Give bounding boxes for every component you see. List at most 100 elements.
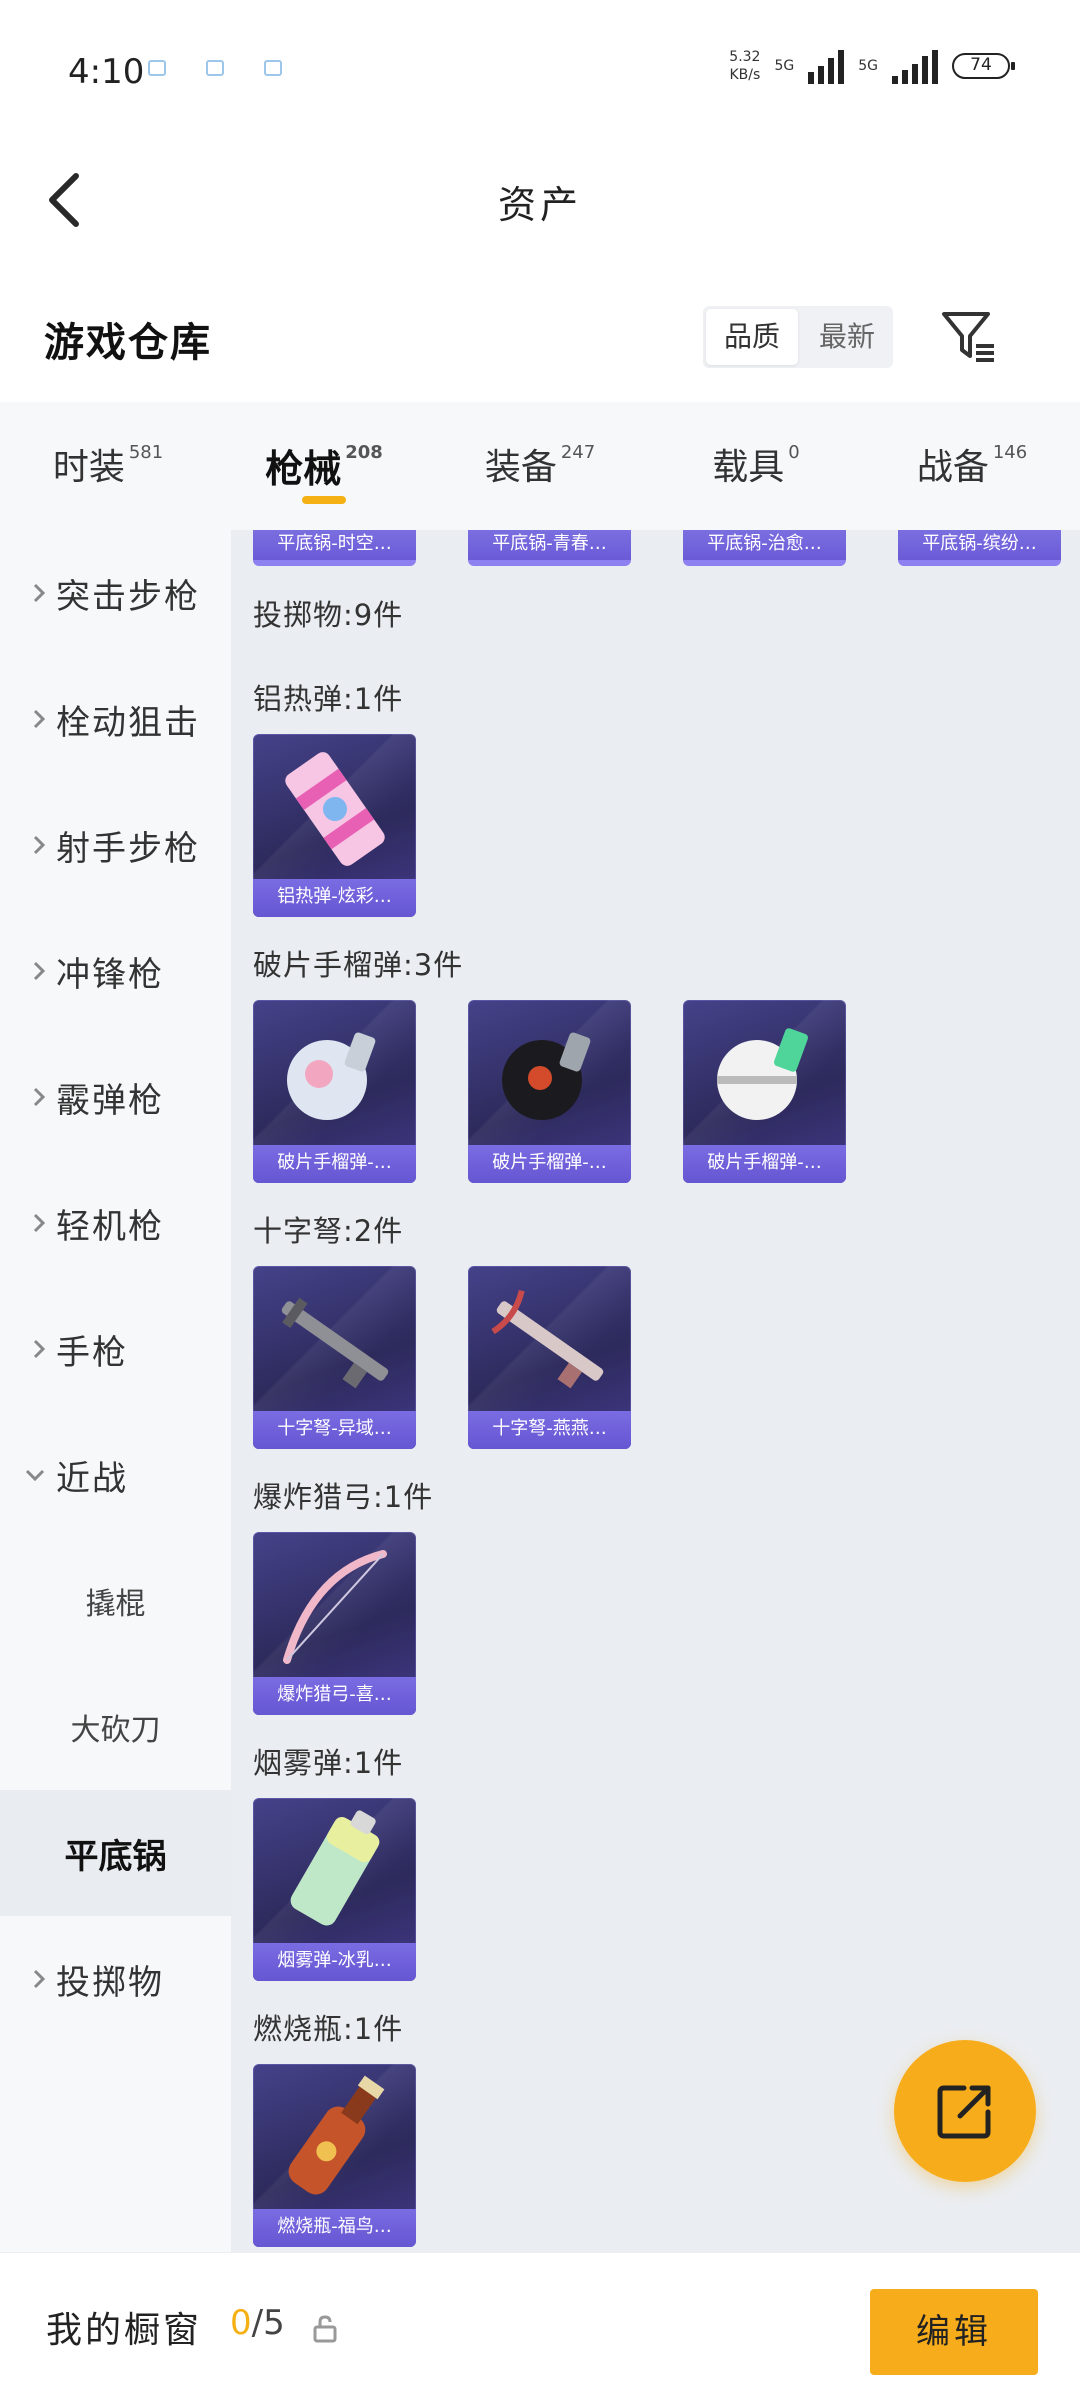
item-card[interactable]: 平底锅-青春… [468, 530, 631, 566]
notification-icon [206, 60, 224, 76]
page-title: 资产 [497, 183, 582, 227]
item-card[interactable]: 平底锅-时空… [253, 530, 416, 566]
net-speed-value: 5.32 [729, 49, 761, 65]
sidebar-item-label: 射手步枪 [56, 828, 200, 869]
card-row: 爆炸猎弓-喜… [253, 1532, 416, 1715]
sort-option-newest[interactable]: 最新 [801, 306, 893, 368]
sidebar-subitem-pan[interactable]: 平底锅 [0, 1790, 231, 1916]
showcase-total: /5 [251, 2303, 285, 2343]
sidebar-item-label: 撬棍 [85, 1587, 146, 1622]
tab-label: 装备 [484, 447, 557, 488]
item-card[interactable]: 平底锅-治愈… [683, 530, 846, 566]
item-card[interactable]: 破片手榴弹-… [683, 1000, 846, 1183]
sidebar-item-shotgun[interactable]: 霰弹枪 [0, 1034, 231, 1160]
tab-combat-supplies[interactable]: 战备 146 [864, 402, 1080, 530]
card-row: 铝热弹-炫彩… [253, 734, 416, 917]
category-title: 破片手榴弹:3件 [253, 948, 464, 982]
category-tabs: 时装 581 枪械 208 装备 247 载具 0 战备 146 [0, 402, 1080, 530]
sidebar-item-label: 近战 [56, 1458, 128, 1499]
notification-icon [264, 60, 282, 76]
sidebar-item-dmr[interactable]: 射手步枪 [0, 782, 231, 908]
item-caption: 破片手榴弹-… [253, 1145, 416, 1183]
weapon-type-sidebar: 突击步枪 栓动狙击 射手步枪 冲锋枪 霰弹枪 轻机枪 手枪 近战 撬棍 大砍刀 … [0, 530, 231, 2252]
tab-equipment[interactable]: 装备 247 [432, 402, 648, 530]
filter-button[interactable] [938, 306, 998, 366]
signal-icon-2 [892, 48, 938, 84]
tab-firearms[interactable]: 枪械 208 [216, 402, 432, 530]
tab-vehicles[interactable]: 载具 0 [648, 402, 864, 530]
notification-icon [148, 60, 166, 76]
chevron-right-icon [0, 708, 56, 730]
share-button[interactable] [894, 2040, 1036, 2182]
item-card[interactable]: 十字弩-异域… [253, 1266, 416, 1449]
tab-count: 247 [560, 442, 596, 463]
status-time: 4:10 [68, 52, 145, 92]
item-card[interactable]: 燃烧瓶-福鸟… [253, 2064, 416, 2247]
warehouse-title: 游戏仓库 [44, 320, 212, 366]
item-card[interactable]: 破片手榴弹-… [468, 1000, 631, 1183]
warehouse-header: 游戏仓库 品质 最新 [0, 262, 1080, 402]
sidebar-item-label: 突击步枪 [56, 576, 200, 617]
edit-button[interactable]: 编辑 [870, 2289, 1038, 2375]
sidebar-item-label: 轻机枪 [56, 1206, 164, 1247]
crossbow-icon [491, 1289, 604, 1389]
frag-grenade-icon [287, 1032, 376, 1120]
showcase-current: 0 [230, 2303, 252, 2343]
sort-option-quality[interactable]: 品质 [706, 309, 798, 365]
item-grid: 平底锅-时空… 平底锅-青春… 平底锅-治愈… 平底锅-缤纷… 投掷物:9件 铝… [231, 530, 1080, 2252]
sidebar-item-label: 霰弹枪 [56, 1080, 164, 1121]
sidebar-item-throwables[interactable]: 投掷物 [0, 1916, 231, 2042]
item-card[interactable]: 十字弩-燕燕… [468, 1266, 631, 1449]
frag-grenade-icon [502, 1032, 591, 1120]
item-card[interactable]: 平底锅-缤纷… [898, 530, 1061, 566]
tab-label: 战备 [916, 447, 989, 488]
sidebar-item-assault-rifle[interactable]: 突击步枪 [0, 530, 231, 656]
item-caption: 铝热弹-炫彩… [253, 879, 416, 917]
sidebar-item-lmg[interactable]: 轻机枪 [0, 1160, 231, 1286]
tab-count: 146 [992, 442, 1028, 463]
tab-fashion[interactable]: 时装 581 [0, 402, 216, 530]
network-type-2: 5G [858, 58, 878, 74]
category-title: 十字弩:2件 [253, 1214, 404, 1248]
tab-label: 载具 [712, 447, 785, 488]
net-speed: 5.32 KB/s [729, 48, 760, 84]
molotov-icon [288, 2075, 385, 2195]
crossbow-icon [281, 1297, 389, 1389]
item-card[interactable]: 烟雾弹-冰乳… [253, 1798, 416, 1981]
card-row: 燃烧瓶-福鸟… [253, 2064, 416, 2247]
card-row: 十字弩-异域… 十字弩-燕燕… [253, 1266, 631, 1449]
category-title: 燃烧瓶:1件 [253, 2012, 404, 2046]
chevron-right-icon [0, 834, 56, 856]
card-row: 破片手榴弹-… 破片手榴弹-… 破片手榴弹-… [253, 1000, 846, 1183]
sidebar-item-label: 手枪 [56, 1332, 128, 1373]
active-tab-indicator [302, 496, 346, 504]
net-speed-unit: KB/s [729, 67, 761, 83]
category-title: 铝热弹:1件 [253, 682, 404, 716]
item-card[interactable]: 铝热弹-炫彩… [253, 734, 416, 917]
sidebar-item-smg[interactable]: 冲锋枪 [0, 908, 231, 1034]
network-type-1: 5G [774, 58, 795, 74]
signal-icon [808, 48, 845, 84]
sidebar-subitem-machete[interactable]: 大砍刀 [0, 1664, 231, 1790]
filter-icon [942, 312, 994, 362]
bow-icon [283, 1550, 387, 1664]
status-bar: 4:10 5.32 KB/s 5G 5G 74 [0, 0, 1080, 140]
sidebar-item-label: 大砍刀 [70, 1713, 161, 1748]
chevron-down-icon [0, 1468, 56, 1482]
item-caption: 爆炸猎弓-喜… [253, 1677, 416, 1715]
sidebar-item-melee[interactable]: 近战 [0, 1412, 231, 1538]
item-caption: 燃烧瓶-福鸟… [253, 2209, 416, 2247]
frag-grenade-icon [717, 1028, 808, 1120]
sidebar-item-label: 冲锋枪 [56, 954, 164, 995]
sidebar-subitem-crowbar[interactable]: 撬棍 [0, 1538, 231, 1664]
battery-icon: 74 [952, 53, 1015, 79]
item-card[interactable]: 爆炸猎弓-喜… [253, 1532, 416, 1715]
item-caption: 十字弩-燕燕… [468, 1411, 631, 1449]
item-card[interactable]: 破片手榴弹-… [253, 1000, 416, 1183]
section-title: 投掷物:9件 [253, 598, 404, 632]
sidebar-item-bolt-sniper[interactable]: 栓动狙击 [0, 656, 231, 782]
lock-icon [313, 2315, 337, 2343]
category-title: 爆炸猎弓:1件 [253, 1480, 434, 1514]
tab-count: 0 [788, 442, 800, 463]
sidebar-item-pistol[interactable]: 手枪 [0, 1286, 231, 1412]
